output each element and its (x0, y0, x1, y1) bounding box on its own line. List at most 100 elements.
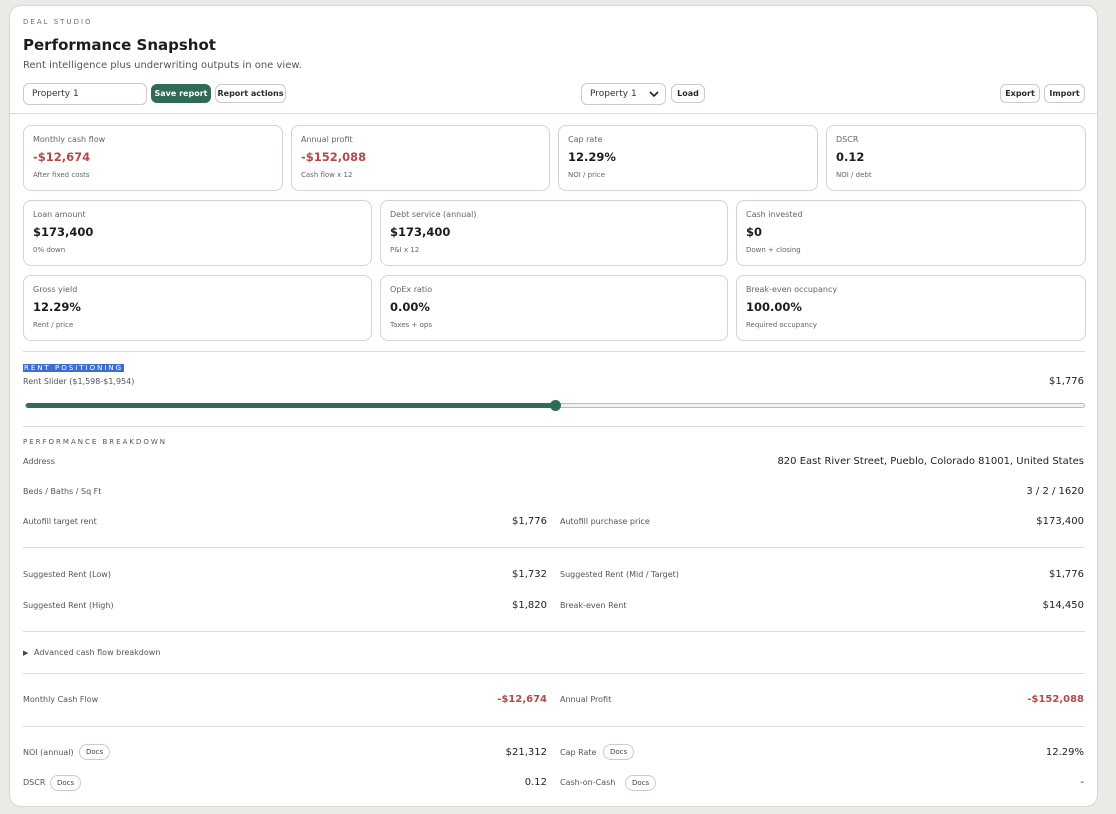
section-divider (23, 673, 1085, 674)
suggested-rent-low-value: $1,732 (512, 569, 547, 580)
metric-debt-service: Debt service (annual) $173,400 P&I x 12 (380, 200, 728, 266)
metric-label: OpEx ratio (390, 285, 433, 294)
metric-note: Required occupancy (746, 321, 817, 329)
chevron-down-icon (649, 91, 659, 98)
metric-label: Debt service (annual) (390, 210, 477, 219)
metric-gross-yield: Gross yield 12.29% Rent / price (23, 275, 372, 341)
metric-note: NOI / debt (836, 171, 872, 179)
autofill-target-rent-value: $1,776 (512, 516, 547, 527)
metric-cap-rate: Cap rate 12.29% NOI / price (558, 125, 818, 191)
report-name-input[interactable]: Property 1 (23, 83, 147, 105)
import-button[interactable]: Import (1044, 84, 1085, 103)
metric-opex-ratio: OpEx ratio 0.00% Taxes + ops (380, 275, 728, 341)
metric-value: 0.12 (836, 150, 865, 164)
suggested-rent-high-label: Suggested Rent (High) (23, 601, 114, 610)
monthly-cash-flow-value: -$12,674 (497, 694, 547, 705)
suggested-rent-high-value: $1,820 (512, 600, 547, 611)
section-divider (23, 631, 1085, 632)
metric-value: 12.29% (33, 300, 81, 314)
page-subtitle: Rent intelligence plus underwriting outp… (23, 60, 302, 71)
autofill-target-rent-label: Autofill target rent (23, 517, 97, 526)
advanced-cash-flow-label: Advanced cash flow breakdown (34, 648, 161, 657)
beds-baths-sqft-label: Beds / Baths / Sq Ft (23, 487, 102, 496)
performance-breakdown-heading: PERFORMANCE BREAKDOWN (23, 438, 168, 446)
metric-note: Cash flow x 12 (301, 171, 353, 179)
cap-rate-value: 12.29% (1045, 747, 1084, 758)
header-divider (10, 113, 1097, 114)
noi-value: $21,312 (505, 747, 547, 758)
report-toolbar: Property 1 Save report Report actions Pr… (23, 83, 1085, 107)
metric-value: -$152,088 (301, 150, 367, 164)
section-divider (23, 426, 1085, 427)
metric-label: Cap rate (568, 135, 603, 144)
metric-label: Loan amount (33, 210, 86, 219)
cash-on-cash-docs-button[interactable]: Docs (625, 775, 657, 791)
rent-slider-thumb[interactable] (550, 400, 561, 411)
noi-docs-button[interactable]: Docs (79, 744, 111, 760)
load-button[interactable]: Load (671, 84, 705, 103)
metric-value: $0 (746, 225, 763, 239)
suggested-rent-low-label: Suggested Rent (Low) (23, 570, 111, 579)
section-divider (23, 726, 1085, 727)
noi-label: NOI (annual) (23, 748, 74, 757)
metric-value: -$12,674 (33, 150, 91, 164)
metric-label: Monthly cash flow (33, 135, 106, 144)
page-title: Performance Snapshot (23, 36, 216, 54)
metric-cash-invested: Cash invested $0 Down + closing (736, 200, 1086, 266)
property-select[interactable]: Property 1 (581, 83, 666, 105)
address-label: Address (23, 457, 55, 466)
beds-baths-sqft-value: 3 / 2 / 1620 (1026, 486, 1084, 497)
metric-annual-profit: Annual profit -$152,088 Cash flow x 12 (291, 125, 550, 191)
monthly-cash-flow-label: Monthly Cash Flow (23, 695, 99, 704)
rent-slider-value: $1,776 (1049, 376, 1084, 387)
dscr-docs-button[interactable]: Docs (50, 775, 82, 791)
cap-rate-docs-button[interactable]: Docs (603, 744, 635, 760)
breakeven-rent-value: $14,450 (1042, 600, 1084, 611)
property-select-value: Property 1 (590, 89, 637, 99)
metric-value: $173,400 (33, 225, 94, 239)
rent-positioning-heading: RENT POSITIONING (23, 364, 125, 372)
export-button[interactable]: Export (1000, 84, 1040, 103)
metric-note: 0% down (33, 246, 66, 254)
dscr-value: 0.12 (524, 777, 547, 788)
metric-note: Down + closing (746, 246, 801, 254)
report-actions-button[interactable]: Report actions (215, 84, 286, 103)
metric-breakeven-occupancy: Break-even occupancy 100.00% Required oc… (736, 275, 1086, 341)
autofill-purchase-price-label: Autofill purchase price (560, 517, 650, 526)
metric-note: Rent / price (33, 321, 74, 329)
cash-on-cash-value: - (1080, 777, 1084, 788)
metric-note: NOI / price (568, 171, 606, 179)
suggested-rent-mid-value: $1,776 (1049, 569, 1084, 580)
metric-note: Taxes + ops (390, 321, 432, 329)
metric-dscr: DSCR 0.12 NOI / debt (826, 125, 1086, 191)
annual-profit-label: Annual Profit (560, 695, 612, 704)
rent-slider-fill (26, 403, 555, 408)
rent-slider-label: Rent Slider ($1,598-$1,954) (23, 377, 135, 386)
eyebrow-label: DEAL STUDIO (23, 18, 93, 26)
address-value: 820 East River Street, Pueblo, Colorado … (777, 456, 1084, 467)
metric-value: 12.29% (568, 150, 616, 164)
metric-label: Cash invested (746, 210, 803, 219)
dscr-label: DSCR (23, 778, 46, 787)
performance-snapshot-card: DEAL STUDIO Performance Snapshot Rent in… (9, 5, 1098, 807)
metric-label: Break-even occupancy (746, 285, 838, 294)
metric-label: Gross yield (33, 285, 78, 294)
metric-note: P&I x 12 (390, 246, 420, 254)
cap-rate-label: Cap Rate (560, 748, 597, 757)
metric-value: $173,400 (390, 225, 451, 239)
metric-label: DSCR (836, 135, 859, 144)
metric-monthly-cash-flow: Monthly cash flow -$12,674 After fixed c… (23, 125, 283, 191)
section-divider (23, 547, 1085, 548)
breakeven-rent-label: Break-even Rent (560, 601, 627, 610)
autofill-purchase-price-value: $173,400 (1036, 516, 1084, 527)
metric-value: 0.00% (390, 300, 430, 314)
annual-profit-value: -$152,088 (1027, 694, 1084, 705)
metric-value: 100.00% (746, 300, 802, 314)
cash-on-cash-label: Cash-on-Cash (560, 778, 616, 787)
metric-label: Annual profit (301, 135, 353, 144)
save-report-button[interactable]: Save report (151, 84, 211, 103)
rent-slider[interactable] (25, 400, 1085, 411)
metric-note: After fixed costs (33, 171, 90, 179)
triangle-right-icon: ▶ (23, 649, 29, 657)
suggested-rent-mid-label: Suggested Rent (Mid / Target) (560, 570, 679, 579)
